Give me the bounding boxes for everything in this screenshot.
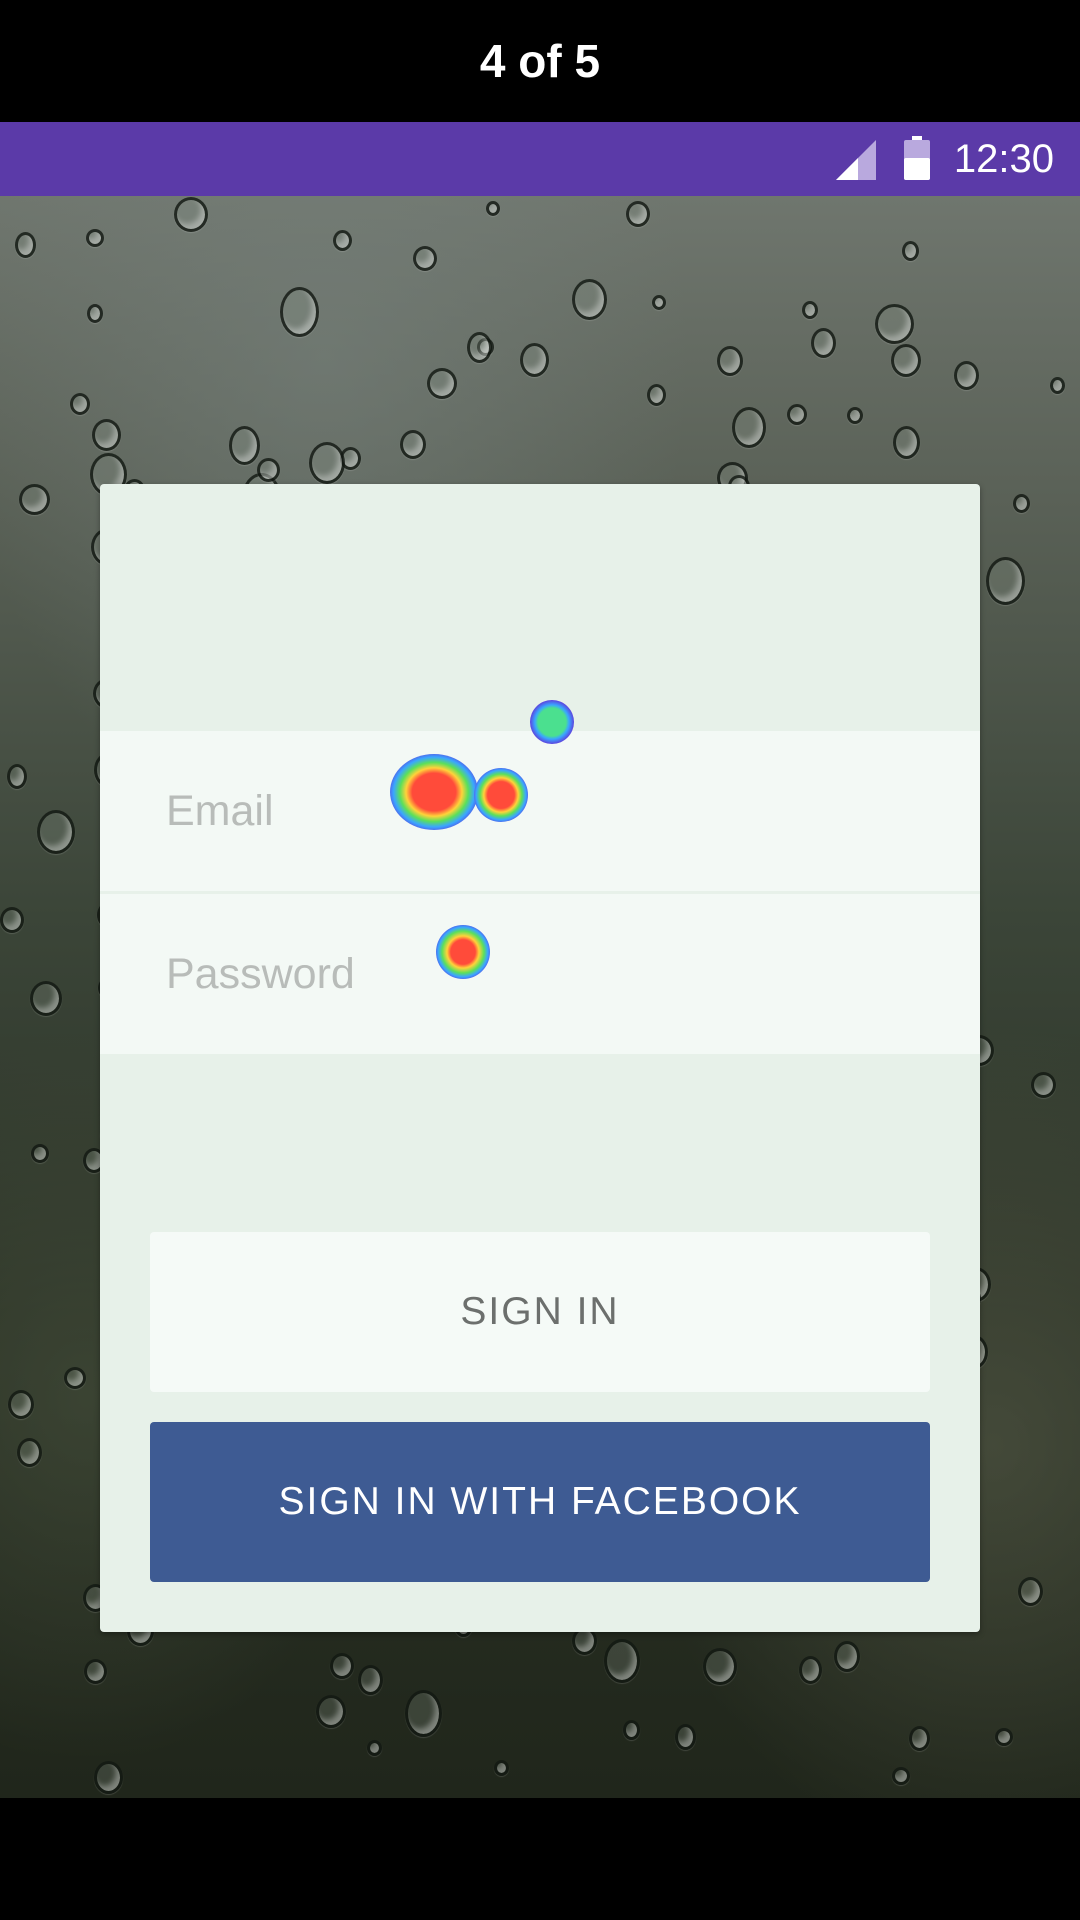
raindrop (257, 458, 280, 482)
raindrop (280, 287, 319, 337)
raindrop (732, 407, 766, 448)
raindrop (986, 557, 1025, 605)
raindrop (1050, 377, 1065, 394)
raindrop (875, 304, 914, 344)
raindrop (405, 1690, 442, 1737)
raindrop (834, 1641, 860, 1672)
raindrop (902, 241, 919, 261)
status-time: 12:30 (953, 136, 1054, 181)
raindrop (367, 1740, 382, 1756)
raindrop (19, 484, 50, 515)
raindrop (703, 1648, 737, 1685)
raindrop (520, 343, 549, 377)
sign-in-button-label: SIGN IN (460, 1290, 620, 1333)
login-card: SIGN IN SIGN IN WITH FACEBOOK (100, 484, 980, 1632)
page-counter: 4 of 5 (0, 0, 1080, 122)
raindrop (0, 907, 24, 933)
raindrop (31, 1144, 49, 1163)
raindrop (316, 1695, 346, 1728)
raindrop (494, 1760, 509, 1776)
raindrop (358, 1665, 383, 1695)
raindrop (799, 1656, 822, 1684)
raindrop (7, 764, 27, 789)
raindrop (717, 346, 743, 376)
raindrop (847, 407, 863, 424)
raindrop (427, 368, 457, 399)
raindrop (15, 232, 36, 258)
battery-icon (904, 136, 930, 180)
email-field[interactable] (166, 731, 946, 891)
raindrop (1031, 1072, 1056, 1098)
raindrop (87, 304, 103, 323)
email-field-container (100, 731, 980, 891)
raindrop (17, 1438, 42, 1467)
raindrop (647, 384, 666, 406)
raindrop (86, 229, 104, 247)
raindrop (37, 810, 75, 854)
raindrop (891, 344, 921, 377)
raindrop (893, 426, 920, 459)
raindrop (30, 981, 62, 1016)
raindrop (400, 430, 426, 459)
raindrop (604, 1639, 640, 1683)
raindrop (995, 1728, 1013, 1746)
raindrop (413, 246, 437, 271)
raindrop (467, 332, 492, 363)
raindrop (623, 1720, 640, 1740)
raindrop (229, 426, 260, 465)
raindrop (174, 197, 208, 232)
raindrop (94, 1761, 123, 1794)
raindrop (70, 393, 90, 415)
password-field[interactable] (166, 894, 946, 1054)
screen: 4 of 5 12:30 SIGN IN SIGN IN WITH FACEBO… (0, 0, 1080, 1920)
raindrop (811, 328, 836, 358)
raindrop (84, 1659, 107, 1684)
raindrop (333, 230, 352, 251)
raindrop (330, 1653, 354, 1679)
raindrop (652, 295, 666, 310)
raindrop (92, 419, 121, 451)
raindrop (954, 361, 979, 390)
page-counter-label: 4 of 5 (479, 35, 601, 87)
raindrop (909, 1726, 930, 1751)
raindrop (626, 201, 650, 227)
raindrop (802, 301, 818, 319)
facebook-sign-in-button[interactable]: SIGN IN WITH FACEBOOK (150, 1422, 930, 1582)
sign-in-button[interactable]: SIGN IN (150, 1232, 930, 1392)
raindrop (675, 1724, 696, 1750)
raindrop (787, 404, 807, 425)
raindrop (64, 1367, 86, 1389)
navigation-bar (0, 1798, 1080, 1920)
raindrop (572, 279, 607, 320)
raindrop (309, 442, 345, 484)
facebook-sign-in-button-label: SIGN IN WITH FACEBOOK (278, 1480, 802, 1523)
password-field-container (100, 894, 980, 1054)
raindrop (892, 1767, 910, 1785)
status-bar: 12:30 (0, 122, 1080, 196)
raindrop (1018, 1577, 1043, 1606)
cell-signal-icon (836, 140, 876, 180)
raindrop (486, 201, 500, 216)
raindrop (1013, 494, 1030, 513)
raindrop (8, 1390, 34, 1419)
